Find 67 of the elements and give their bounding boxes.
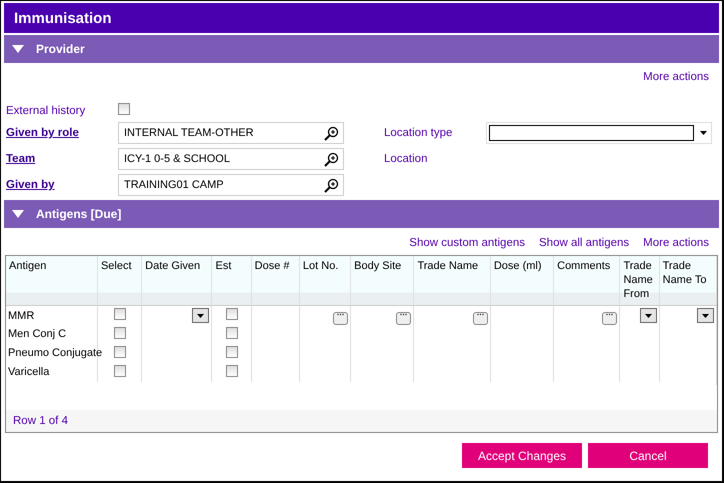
column-header: Trade Name From: [623, 260, 653, 300]
column-header: Dose (ml): [494, 260, 542, 272]
column-header: Trade Name To: [662, 260, 706, 286]
field-link[interactable]: Given by: [6, 179, 118, 191]
collapse-icon[interactable]: [12, 210, 24, 218]
field-label: Location: [384, 153, 428, 165]
field-link[interactable]: Given by role: [6, 127, 118, 139]
input-field[interactable]: ICY-1 0-5 & SCHOOL: [118, 148, 344, 170]
column-header: Comments: [557, 260, 610, 272]
checkbox[interactable]: [114, 364, 126, 377]
caret-icon: [197, 314, 204, 318]
checkbox[interactable]: [114, 308, 126, 320]
cancel-button[interactable]: Cancel: [588, 443, 708, 468]
column-header: Select: [100, 260, 132, 272]
caret-icon: [700, 131, 707, 135]
dropdown-button[interactable]: [697, 308, 714, 323]
collapse-icon[interactable]: [12, 45, 24, 53]
section-title: Antigens [Due]: [36, 207, 122, 221]
column-header: Lot No.: [302, 260, 338, 272]
search-icon[interactable]: [324, 152, 339, 166]
dropdown-button[interactable]: [192, 308, 210, 323]
column-header: Date Given: [145, 260, 200, 272]
antigen-name: Varicella: [8, 366, 50, 378]
antigen-name: Men Conj C: [8, 328, 66, 340]
column-header: Antigen: [9, 260, 46, 272]
section-header[interactable]: Antigens [Due]: [4, 200, 719, 228]
action-link[interactable]: More actions: [643, 237, 709, 249]
ellipsis-icon: [337, 312, 344, 316]
caret-icon: [702, 314, 709, 318]
search-icon[interactable]: [324, 126, 339, 140]
checkbox[interactable]: [226, 346, 238, 358]
window-title: Immunisation: [14, 10, 112, 26]
accept-button[interactable]: Accept Changes: [462, 443, 582, 468]
row-count: Row 1 of 4: [13, 415, 68, 427]
more-button[interactable]: [396, 312, 412, 324]
checkbox[interactable]: [226, 326, 238, 339]
action-link[interactable]: Show custom antigens: [409, 237, 525, 249]
checkbox[interactable]: [118, 103, 130, 115]
ellipsis-icon: [606, 312, 614, 316]
search-icon[interactable]: [324, 178, 339, 192]
checkbox[interactable]: [114, 346, 126, 358]
ellipsis-icon: [400, 312, 408, 316]
input-field[interactable]: TRAINING01 CAMP: [118, 174, 344, 196]
action-link[interactable]: Show all antigens: [539, 237, 630, 249]
antigen-name: MMR: [8, 310, 34, 322]
field-label: Location type: [384, 127, 454, 139]
input-field[interactable]: INTERNAL TEAM-OTHER: [118, 122, 344, 144]
column-header: Est: [215, 260, 232, 272]
checkbox[interactable]: [226, 308, 238, 320]
ellipsis-icon: [476, 312, 484, 316]
section-title: Provider: [36, 42, 85, 56]
checkbox[interactable]: [114, 326, 126, 339]
section-header[interactable]: Provider: [4, 35, 719, 63]
more-button[interactable]: [333, 312, 348, 324]
antigen-name: Pneumo Conjugate: [8, 347, 102, 360]
more-button[interactable]: [602, 312, 618, 324]
column-header: Dose #: [254, 260, 290, 272]
field-label: External history: [6, 104, 86, 116]
checkbox[interactable]: [226, 364, 238, 377]
column-header: Body Site: [354, 260, 402, 272]
caret-icon: [644, 314, 652, 318]
more-actions-link[interactable]: More actions: [643, 71, 709, 83]
more-button[interactable]: [472, 312, 488, 324]
column-header: Trade Name: [417, 260, 478, 272]
dropdown[interactable]: [486, 122, 712, 144]
dropdown-button[interactable]: [640, 308, 657, 323]
field-link[interactable]: Team: [6, 153, 118, 165]
